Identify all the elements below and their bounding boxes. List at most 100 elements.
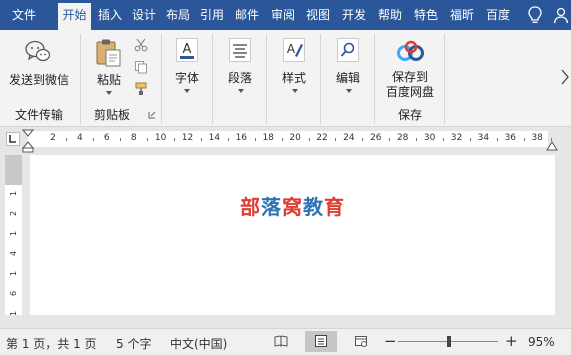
- print-layout-button[interactable]: [305, 331, 337, 352]
- vertical-ruler-number: 1: [9, 230, 18, 237]
- tab-file[interactable]: 文件: [4, 0, 44, 30]
- tab-references[interactable]: 引用: [197, 0, 227, 30]
- send-to-wechat-button[interactable]: 发送到微信: [4, 71, 74, 88]
- account-icon[interactable]: [553, 6, 569, 24]
- vertical-ruler-number: 6: [9, 290, 18, 297]
- tab-foxit[interactable]: 福昕: [446, 0, 478, 30]
- zoom-slider-thumb[interactable]: [447, 336, 451, 347]
- ribbon-tab-bar: 文件 开始 插入 设计 布局 引用 邮件 审阅 视图 开发 帮助 特色 福昕 百…: [0, 0, 571, 30]
- ruler-numbers: 2 4 6 8 10 12 14 16 18 20 22 24 26 28 30 32 34 36 38: [0, 131, 571, 147]
- font-chevron-down-icon[interactable]: [184, 89, 190, 93]
- ruler-tick: [362, 138, 364, 141]
- ruler-tick: [335, 138, 337, 141]
- ruler-tick: [93, 138, 95, 141]
- ruler-tick: [389, 138, 391, 141]
- print-layout-icon: [315, 335, 327, 347]
- tab-view[interactable]: 视图: [302, 0, 334, 30]
- document-char: 育: [324, 195, 345, 219]
- save-to-baidu-netdisk-button[interactable]: 保存到 百度网盘: [380, 70, 440, 100]
- group-separator: [80, 34, 81, 124]
- clipboard-dialog-launcher-icon[interactable]: [148, 111, 156, 119]
- ruler-tick: [443, 138, 445, 141]
- ruler-tick: [416, 138, 418, 141]
- zoom-out-button[interactable]: −: [384, 332, 397, 350]
- cut-scissors-icon[interactable]: [134, 38, 148, 52]
- paragraph-align-icon[interactable]: [229, 38, 251, 62]
- tab-mailings[interactable]: 邮件: [231, 0, 263, 30]
- tab-help[interactable]: 帮助: [374, 0, 406, 30]
- styles-chevron-down-icon[interactable]: [292, 89, 298, 93]
- ruler-tick: [523, 138, 525, 141]
- editing-chevron-down-icon[interactable]: [346, 89, 352, 93]
- save-to-label-line2: 百度网盘: [385, 85, 434, 99]
- wechat-send-icon[interactable]: [25, 40, 51, 64]
- ruler-tick: [496, 138, 498, 141]
- font-button[interactable]: 字体: [170, 69, 204, 86]
- ruler-number: 32: [450, 133, 463, 143]
- tab-layout[interactable]: 布局: [163, 0, 193, 30]
- styles-icon[interactable]: A: [283, 38, 305, 62]
- save-to-label-line1: 保存到: [391, 70, 428, 84]
- font-icon[interactable]: A: [176, 38, 198, 62]
- language-indicator[interactable]: 中文(中国): [170, 335, 227, 352]
- tab-design[interactable]: 设计: [129, 0, 159, 30]
- tab-home[interactable]: 开始: [58, 3, 91, 30]
- group-separator: [161, 34, 162, 124]
- ruler-number: 20: [289, 133, 301, 143]
- editing-button[interactable]: 编辑: [331, 69, 365, 86]
- vertical-ruler-number: 1: [9, 310, 18, 317]
- ribbon-collapse-chevron-icon[interactable]: [560, 68, 570, 86]
- ruler-tick: [200, 138, 202, 141]
- page-count[interactable]: 第 1 页，共 1 页: [6, 335, 97, 352]
- paragraph-chevron-down-icon[interactable]: [238, 89, 244, 93]
- paste-clipboard-icon[interactable]: [94, 38, 122, 68]
- paste-button[interactable]: 粘贴: [92, 71, 126, 88]
- group-clipboard-label: 剪贴板: [93, 108, 130, 122]
- tab-review[interactable]: 审阅: [268, 0, 298, 30]
- ruler-tick: [308, 138, 310, 141]
- search-icon[interactable]: [337, 38, 359, 62]
- styles-button[interactable]: 样式: [277, 69, 311, 86]
- vertical-ruler-number: 2: [9, 210, 18, 217]
- group-separator: [212, 34, 213, 124]
- document-page[interactable]: 部落窝教育: [30, 155, 555, 315]
- ruler-tick: [254, 138, 256, 141]
- group-separator: [444, 34, 445, 124]
- document-char: 窝: [282, 195, 303, 219]
- document-text[interactable]: 部落窝教育: [30, 191, 555, 220]
- ruler-tick: [147, 138, 149, 141]
- ruler-tick: [281, 138, 283, 141]
- zoom-in-button[interactable]: +: [505, 332, 518, 350]
- ruler-number: 6: [103, 133, 110, 143]
- ruler-number: 34: [477, 133, 490, 143]
- zoom-level[interactable]: 95%: [528, 335, 555, 349]
- document-char: 部: [240, 195, 261, 219]
- tab-baidu[interactable]: 百度: [482, 0, 514, 30]
- vertical-ruler-number: 4: [9, 250, 18, 257]
- ruler-number: 22: [316, 133, 328, 143]
- ruler-number: 10: [154, 133, 167, 143]
- ruler-tick: [174, 138, 176, 141]
- baidu-netdisk-cloud-icon[interactable]: [396, 40, 426, 62]
- tab-developer[interactable]: 开发: [338, 0, 370, 30]
- word-count[interactable]: 5 个字: [116, 335, 151, 352]
- svg-text:A: A: [183, 42, 192, 57]
- tell-me-lightbulb-icon[interactable]: [528, 6, 542, 24]
- ruler-tick: [120, 138, 122, 141]
- ruler-number: 30: [423, 133, 436, 143]
- paragraph-button[interactable]: 段落: [223, 69, 257, 86]
- copy-icon[interactable]: [134, 60, 148, 74]
- paste-chevron-down-icon[interactable]: [106, 91, 112, 95]
- format-painter-brush-icon[interactable]: [134, 82, 148, 96]
- read-mode-icon[interactable]: [274, 334, 288, 348]
- web-layout-icon[interactable]: [354, 334, 368, 348]
- ruler-number: 14: [208, 133, 221, 143]
- vertical-ruler-number: 1: [9, 270, 18, 277]
- ruler-number: 12: [181, 133, 194, 143]
- ruler-number: 18: [262, 133, 274, 143]
- document-char: 教: [303, 195, 324, 219]
- ruler-tick: [227, 138, 229, 141]
- vertical-ruler-numbers: 1 2 1 4 1 6 1: [5, 155, 22, 316]
- tab-insert[interactable]: 插入: [95, 0, 125, 30]
- tab-featured[interactable]: 特色: [410, 0, 442, 30]
